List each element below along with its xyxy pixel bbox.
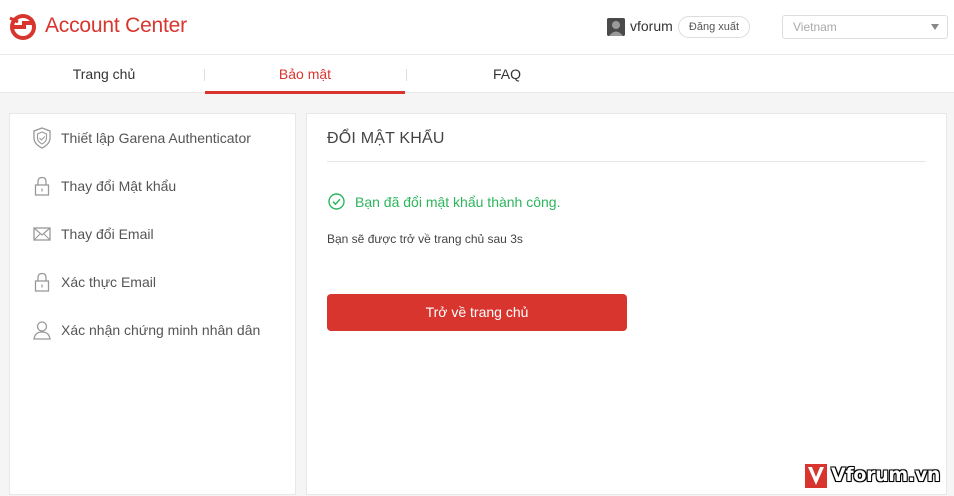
lock-icon <box>32 175 52 197</box>
region-select[interactable]: Vietnam <box>782 15 948 39</box>
region-select-value: Vietnam <box>793 20 837 34</box>
sidebar-item-label: Thay đổi Email <box>61 226 154 242</box>
sidebar-item-authenticator[interactable]: Thiết lập Garena Authenticator <box>32 127 292 151</box>
main-panel: ĐỔI MẬT KHẨU Bạn đã đổi mật khẩu thành c… <box>306 113 947 495</box>
header: Account Center vforum Đăng xuất Vietnam <box>0 0 954 55</box>
back-to-home-button[interactable]: Trở về trang chủ <box>327 294 627 331</box>
success-message: Bạn đã đổi mật khẩu thành công. <box>355 194 561 210</box>
username[interactable]: vforum <box>630 18 673 34</box>
tab-faq[interactable]: FAQ <box>407 55 607 93</box>
chevron-down-icon <box>931 24 939 30</box>
sidebar-item-verify-email[interactable]: Xác thực Email <box>32 271 292 295</box>
garena-logo-icon[interactable] <box>6 12 40 42</box>
lock-icon <box>32 271 52 293</box>
shield-icon <box>32 127 52 149</box>
logout-button[interactable]: Đăng xuất <box>678 16 750 38</box>
page-title: ĐỔI MẬT KHẨU <box>327 130 445 147</box>
watermark-text: Vforum.vn <box>831 464 941 486</box>
tab-home[interactable]: Trang chủ <box>4 55 204 93</box>
envelope-icon <box>32 223 52 245</box>
redirect-message: Bạn sẽ được trở về trang chủ sau 3s <box>327 232 523 246</box>
user-icon <box>32 319 52 341</box>
check-circle-icon <box>328 193 345 210</box>
tab-security[interactable]: Bảo mật <box>205 55 405 94</box>
avatar[interactable] <box>607 18 625 36</box>
sidebar: Thiết lập Garena Authenticator Thay đổi … <box>9 113 296 495</box>
vforum-logo-icon <box>805 464 827 488</box>
title-divider <box>327 161 926 162</box>
sidebar-item-label: Xác nhận chứng minh nhân dân <box>61 322 261 338</box>
main-nav: Trang chủ Bảo mật FAQ <box>0 55 954 94</box>
sidebar-item-change-password[interactable]: Thay đổi Mật khẩu <box>32 175 292 199</box>
sidebar-item-label: Xác thực Email <box>61 274 156 290</box>
brand-title[interactable]: Account Center <box>45 14 187 38</box>
sidebar-item-id-verification[interactable]: Xác nhận chứng minh nhân dân <box>32 319 292 343</box>
sidebar-item-label: Thay đổi Mật khẩu <box>61 178 177 194</box>
sidebar-item-label: Thiết lập Garena Authenticator <box>61 130 251 146</box>
sidebar-item-change-email[interactable]: Thay đổi Email <box>32 223 292 247</box>
